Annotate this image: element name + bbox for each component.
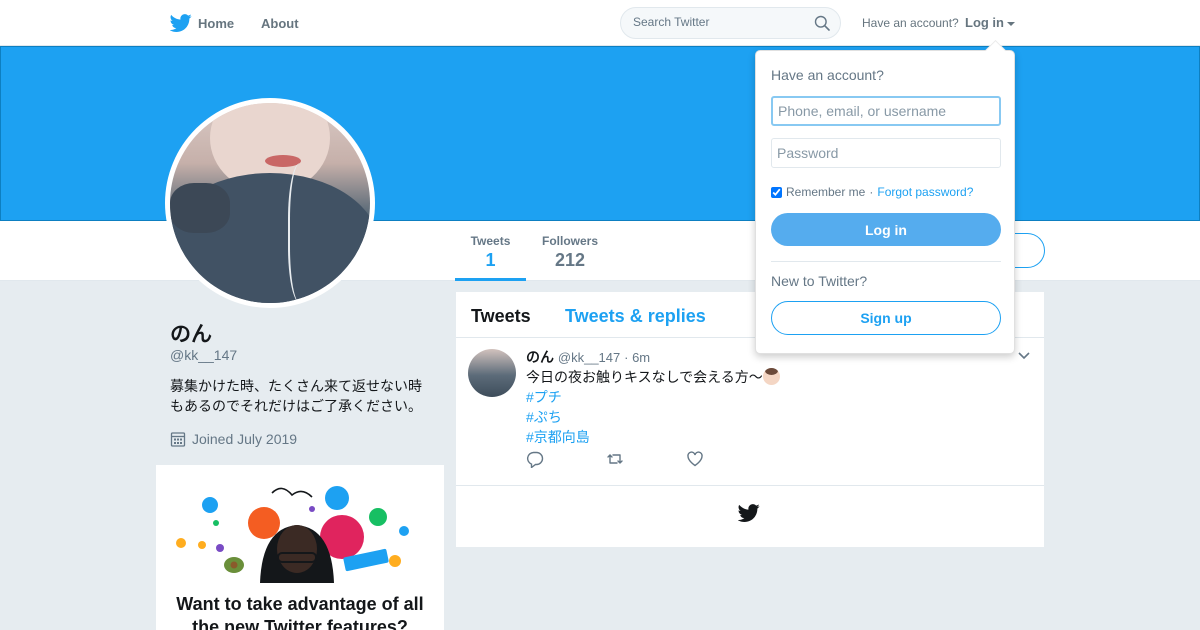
tweet-actions: [526, 450, 704, 468]
person-emoji-icon: [762, 368, 780, 385]
remember-me-checkbox[interactable]: [771, 186, 782, 198]
username-input[interactable]: [771, 96, 1001, 126]
have-account-text: Have an account?: [862, 16, 959, 30]
avatar-photo: [170, 103, 370, 303]
tweet-timestamp[interactable]: · 6m: [624, 350, 650, 365]
chevron-down-icon[interactable]: [1018, 352, 1030, 360]
login-link-label: Log in: [965, 15, 1004, 30]
tweet-item[interactable]: のん @kk__147 · 6m 今日の夜お触りキスなしで会える方〜 #プチ #…: [456, 338, 1044, 486]
tweet-hashtag[interactable]: #ぷち: [526, 407, 780, 427]
profile-avatar[interactable]: [165, 98, 375, 308]
nav-home-label: Home: [198, 15, 235, 31]
tab-tweets[interactable]: Tweets: [471, 306, 531, 327]
tab-tweets-and-replies[interactable]: Tweets & replies: [565, 306, 706, 327]
tweet-author-name[interactable]: のん: [526, 349, 554, 365]
new-to-twitter-text: New to Twitter?: [771, 273, 868, 289]
retweet-icon[interactable]: [606, 450, 624, 468]
tweet-body: 今日の夜お触りキスなしで会える方〜: [526, 369, 763, 385]
nav-about-link[interactable]: About: [261, 16, 299, 31]
remember-me-row: Remember me · Forgot password?: [771, 185, 973, 199]
login-dropdown: Have an account? Remember me · Forgot pa…: [755, 50, 1015, 354]
tweet-text: 今日の夜お触りキスなしで会える方〜 #プチ #ぷち #京都向島: [526, 367, 780, 447]
password-input[interactable]: [771, 138, 1001, 168]
caret-down-icon: [1007, 21, 1015, 26]
separator-dot: ·: [869, 185, 874, 199]
promo-card: Want to take advantage of all the new Tw…: [156, 465, 444, 630]
promo-title: Want to take advantage of all the new Tw…: [176, 594, 424, 630]
stat-tweets-value: 1: [485, 250, 496, 270]
tweet-header: のん @kk__147 · 6m: [526, 347, 650, 367]
search-icon[interactable]: [814, 15, 830, 31]
promo-illustration: [176, 486, 409, 583]
joined-date: Joined July 2019: [192, 431, 298, 447]
forgot-password-link[interactable]: Forgot password?: [877, 185, 973, 199]
tweet-hashtag[interactable]: #プチ: [526, 387, 780, 407]
tweet-hashtag[interactable]: #京都向島: [526, 427, 780, 447]
login-button[interactable]: Log in: [771, 213, 1001, 246]
twitter-bird-icon: [170, 14, 192, 32]
signup-button[interactable]: Sign up: [771, 301, 1001, 335]
stat-followers[interactable]: Followers 212: [541, 234, 599, 271]
profile-handle[interactable]: @kk__147: [170, 347, 237, 363]
stat-followers-label: Followers: [541, 234, 598, 248]
top-navigation-bar: Home About Have an account? Log in: [0, 0, 1200, 46]
search-input[interactable]: [633, 15, 803, 29]
stat-tweets[interactable]: Tweets 1: [455, 221, 526, 281]
dropdown-divider: [771, 261, 1001, 262]
stat-followers-value: 212: [554, 250, 586, 270]
twitter-bird-icon: [738, 504, 760, 522]
login-dropdown-title: Have an account?: [771, 67, 884, 83]
like-icon[interactable]: [686, 450, 704, 468]
profile-name: のん: [170, 323, 212, 346]
tweet-author-handle[interactable]: @kk__147: [558, 350, 620, 365]
profile-bio: 募集かけた時、たくさん来て返せない時もあるのでそれだけはご了承ください。: [170, 378, 422, 414]
calendar-icon: [170, 432, 186, 447]
stat-tweets-label: Tweets: [470, 234, 511, 248]
search-box[interactable]: [620, 7, 841, 39]
remember-me-label[interactable]: Remember me: [786, 185, 865, 199]
tweet-avatar[interactable]: [468, 349, 516, 397]
nav-home-link[interactable]: Home: [170, 12, 234, 34]
reply-icon[interactable]: [526, 450, 544, 468]
profile-joined: Joined July 2019: [170, 431, 297, 447]
login-dropdown-toggle[interactable]: Log in: [965, 15, 1015, 30]
